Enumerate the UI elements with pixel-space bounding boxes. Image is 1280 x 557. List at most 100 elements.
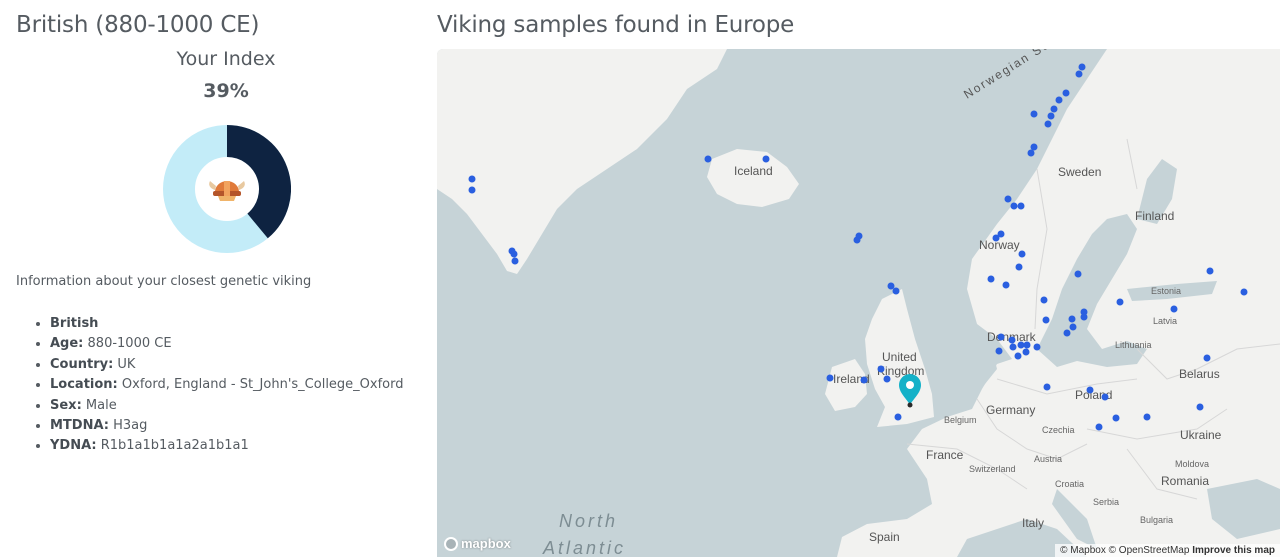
label-kingdom: Kingdom [877, 364, 924, 378]
sample-marker [1078, 63, 1086, 71]
sample-marker [1047, 112, 1055, 120]
sample-marker [1112, 414, 1120, 422]
sample-marker [1004, 195, 1012, 203]
detail-mtdna: MTDNA: H3ag [50, 416, 404, 436]
sample-marker [1009, 343, 1017, 351]
map-title: Viking samples found in Europe [437, 12, 795, 38]
sample-marker [511, 257, 519, 265]
sample-marker [1069, 323, 1077, 331]
label-romania: Romania [1161, 474, 1209, 488]
sample-marker [468, 175, 476, 183]
europe-map[interactable]: Iceland Sweden Finland Norway Norwegian … [437, 49, 1280, 557]
sample-marker [894, 413, 902, 421]
sample-marker [1050, 105, 1058, 113]
sample-marker [510, 250, 518, 258]
sample-marker [997, 333, 1005, 341]
label-serbia: Serbia [1093, 497, 1119, 507]
sample-marker [1030, 110, 1038, 118]
label-czechia: Czechia [1042, 425, 1075, 435]
sample-marker [995, 347, 1003, 355]
label-norway: Norway [979, 238, 1020, 252]
detail-ydna: YDNA: R1b1a1b1a1a2a1b1a1 [50, 436, 404, 456]
viking-helmet-icon [209, 181, 245, 201]
sample-marker [1018, 250, 1026, 258]
sample-marker [1206, 267, 1214, 275]
sample-marker [1044, 120, 1052, 128]
label-austria: Austria [1034, 454, 1062, 464]
sample-marker [468, 186, 476, 194]
label-united: United [882, 350, 917, 364]
detail-age: Age: 880-1000 CE [50, 334, 404, 354]
sample-marker [1143, 413, 1151, 421]
profile-title: British (880-1000 CE) [16, 12, 260, 38]
map-attribution: © Mapbox © OpenStreetMap Improve this ma… [1055, 544, 1280, 557]
attribution-mapbox-link[interactable]: © Mapbox [1060, 545, 1106, 556]
label-estonia: Estonia [1151, 286, 1181, 296]
attribution-osm-link[interactable]: © OpenStreetMap [1109, 545, 1190, 556]
label-belarus: Belarus [1179, 367, 1220, 381]
sample-marker [877, 365, 885, 373]
detail-name: British [50, 314, 404, 334]
sample-marker [1068, 315, 1076, 323]
sample-marker [1170, 305, 1178, 313]
sample-marker [1002, 281, 1010, 289]
label-switzerland: Switzerland [969, 464, 1016, 474]
sample-marker [1203, 354, 1211, 362]
sample-marker [1040, 296, 1048, 304]
sample-marker [1074, 270, 1082, 278]
sample-marker [826, 374, 834, 382]
sample-marker [1196, 403, 1204, 411]
detail-location: Location: Oxford, England - St_John's_Co… [50, 375, 404, 395]
sample-marker [987, 275, 995, 283]
label-ukraine: Ukraine [1180, 428, 1222, 442]
sample-marker [1022, 348, 1030, 356]
label-germany: Germany [986, 403, 1035, 417]
label-italy: Italy [1022, 516, 1044, 530]
sample-marker [892, 287, 900, 295]
detail-country: Country: UK [50, 355, 404, 375]
mapbox-logo[interactable]: mapbox [444, 536, 511, 551]
label-north: North [559, 511, 618, 531]
sample-marker [1014, 352, 1022, 360]
label-latvia: Latvia [1153, 316, 1177, 326]
sample-marker [762, 155, 770, 163]
sample-marker [1095, 423, 1103, 431]
label-belgium: Belgium [944, 415, 977, 425]
label-lithuania: Lithuania [1115, 340, 1152, 350]
sample-marker [1015, 263, 1023, 271]
sample-marker [1008, 336, 1016, 344]
sample-marker [887, 282, 895, 290]
info-heading: Information about your closest genetic v… [16, 274, 312, 289]
sample-marker [1023, 341, 1031, 349]
index-donut-chart [163, 125, 291, 253]
sample-marker [1062, 89, 1070, 97]
sample-marker [704, 155, 712, 163]
label-atlantic: Atlantic [542, 538, 626, 557]
label-sweden: Sweden [1058, 165, 1101, 179]
improve-map-link[interactable]: Improve this map [1192, 545, 1275, 556]
sample-marker [860, 376, 868, 384]
viking-details-list: British Age: 880-1000 CE Country: UK Loc… [16, 314, 404, 457]
land-iceland [707, 149, 799, 207]
sample-marker [1010, 202, 1018, 210]
label-france: France [926, 448, 964, 462]
label-finland: Finland [1135, 209, 1174, 223]
index-label: Your Index [176, 48, 276, 70]
sample-marker [1042, 316, 1050, 324]
sample-marker [1240, 288, 1248, 296]
sample-marker [1116, 298, 1124, 306]
mapbox-logo-icon [444, 536, 458, 551]
sample-marker [1101, 393, 1109, 401]
sample-marker [1080, 313, 1088, 321]
map-canvas[interactable]: Iceland Sweden Finland Norway Norwegian … [437, 49, 1280, 557]
sample-marker [1086, 386, 1094, 394]
detail-sex: Sex: Male [50, 396, 404, 416]
sample-marker [1033, 343, 1041, 351]
label-norwegian-sea: Norwegian Sea [961, 49, 1060, 102]
label-moldova: Moldova [1175, 459, 1209, 469]
land-greenland [437, 49, 727, 274]
profile-panel: British (880-1000 CE) Your Index 39% Inf… [0, 0, 430, 557]
sample-marker [1043, 383, 1051, 391]
sample-marker [992, 234, 1000, 242]
sample-marker [1055, 96, 1063, 104]
